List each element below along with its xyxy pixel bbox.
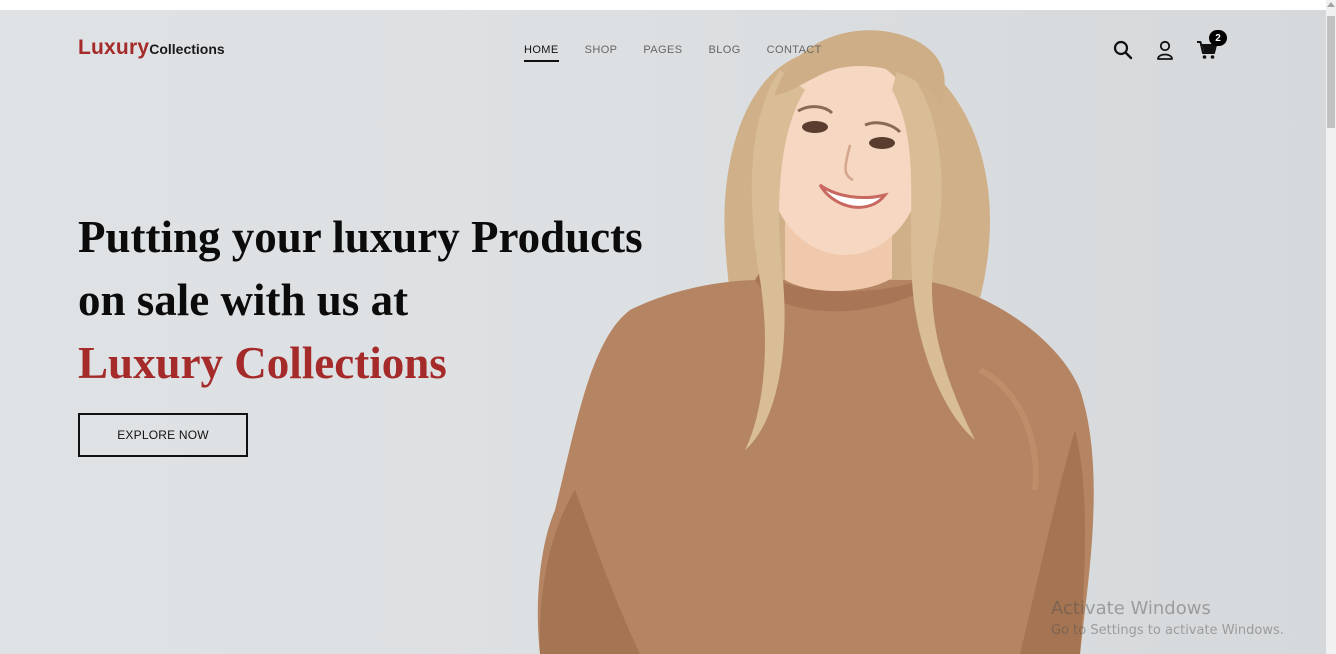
logo-main-text: Luxury	[78, 36, 150, 59]
hero-section: LuxuryCollections HOME SHOP PAGES BLOG C…	[0, 10, 1326, 654]
user-icon	[1157, 40, 1173, 60]
hero-headline: Putting your luxury Products on sale wit…	[78, 206, 643, 395]
site-logo[interactable]: LuxuryCollections	[78, 36, 225, 60]
watermark-subtitle: Go to Settings to activate Windows.	[1051, 623, 1284, 638]
account-button[interactable]	[1153, 38, 1177, 62]
cart-count-badge: 2	[1209, 30, 1227, 46]
nav-item-contact[interactable]: CONTACT	[767, 44, 822, 62]
nav-item-blog[interactable]: BLOG	[708, 44, 740, 62]
windows-activation-watermark: Activate Windows Go to Settings to activ…	[1051, 598, 1284, 638]
explore-now-button[interactable]: EXPLORE NOW	[78, 413, 248, 457]
search-icon	[1113, 40, 1133, 60]
nav-item-home[interactable]: HOME	[524, 44, 559, 62]
headline-brand-line: Luxury Collections	[78, 338, 447, 388]
search-button[interactable]	[1111, 38, 1135, 62]
page-scrollbar[interactable]	[1326, 0, 1336, 654]
main-nav: HOME SHOP PAGES BLOG CONTACT	[524, 44, 822, 62]
top-strip	[0, 0, 1336, 10]
headline-line-1: Putting your luxury Products	[78, 212, 643, 262]
header-icons: 2	[1111, 30, 1227, 62]
watermark-title: Activate Windows	[1051, 598, 1211, 619]
cart-button[interactable]: 2	[1195, 30, 1227, 62]
nav-item-shop[interactable]: SHOP	[585, 44, 618, 62]
logo-sub-text: Collections	[149, 41, 225, 57]
scrollbar-thumb[interactable]	[1327, 16, 1335, 128]
scroll-up-arrow-icon[interactable]	[1327, 2, 1335, 7]
headline-line-2: on sale with us at	[78, 275, 409, 325]
nav-item-pages[interactable]: PAGES	[643, 44, 682, 62]
